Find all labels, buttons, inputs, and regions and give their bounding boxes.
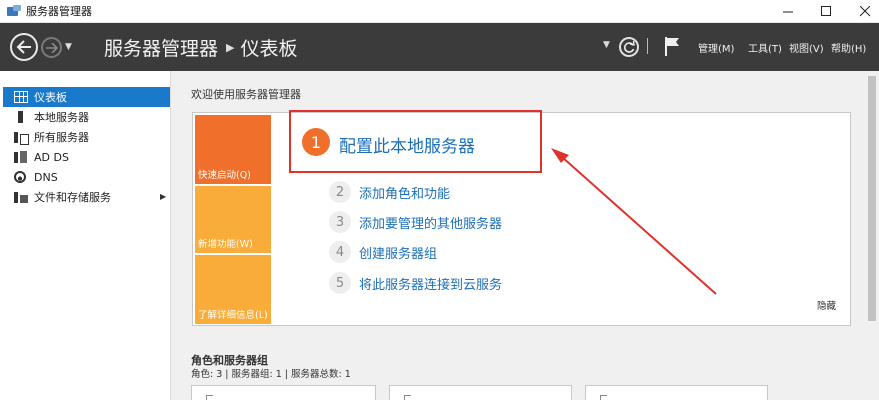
sidebar-item-label: 本地服务器 (34, 111, 89, 124)
window-title: 服务器管理器 (26, 5, 92, 18)
roles-summary: 角色: 3 | 服务器组: 1 | 服务器总数: 1 (191, 369, 351, 380)
role-icon (600, 395, 607, 400)
sidebar-item-label: 所有服务器 (34, 131, 89, 144)
main-content: 欢迎使用服务器管理器 快速启动(Q) 新增功能(W) 了解详细信息(L) 1 配… (171, 71, 864, 400)
close-button[interactable] (842, 0, 879, 23)
header-divider (647, 38, 648, 54)
sidebar-item-local-server[interactable]: 本地服务器 (0, 107, 170, 127)
menu-help[interactable]: 帮助(H) (831, 23, 866, 71)
file-storage-icon (14, 191, 28, 203)
role-card[interactable] (191, 385, 376, 400)
breadcrumb-dropdown-icon[interactable]: ▼ (603, 40, 610, 50)
back-button[interactable] (10, 33, 38, 61)
annotation-arrow (551, 148, 717, 295)
quick-start-panel: 快速启动(Q) 新增功能(W) 了解详细信息(L) 1 配置此本地服务器 2 添… (192, 110, 851, 326)
ad-ds-icon (14, 151, 28, 163)
sidebar-item-dashboard[interactable]: 仪表板 (3, 87, 170, 107)
sidebar-item-label: DNS (34, 170, 58, 184)
title-bar: 服务器管理器 (0, 0, 879, 23)
sidebar-item-label: 仪表板 (34, 91, 67, 104)
role-icon (404, 395, 411, 400)
sidebar-item-all-servers[interactable]: 所有服务器 (0, 127, 170, 147)
vertical-scrollbar[interactable] (864, 71, 879, 400)
sidebar-item-label: AD DS (34, 150, 69, 164)
breadcrumb-root[interactable]: 服务器管理器 (104, 34, 218, 61)
welcome-heading: 欢迎使用服务器管理器 (191, 88, 301, 101)
header-bar: ▼ 服务器管理器 ▶ 仪表板 ▼ 管理(M) 工具(T) 视图(V) 帮助(H) (0, 23, 879, 71)
menu-tools[interactable]: 工具(T) (748, 23, 782, 71)
dashboard-icon (14, 91, 28, 103)
local-server-icon (18, 111, 23, 123)
role-icon (206, 395, 213, 400)
sidebar-item-label: 文件和存储服务 (34, 191, 111, 204)
role-card[interactable] (585, 385, 768, 400)
refresh-icon (623, 41, 635, 53)
role-card[interactable] (389, 385, 572, 400)
breadcrumb: 服务器管理器 ▶ 仪表板 (104, 34, 298, 61)
back-arrow-icon (16, 40, 31, 54)
scrollbar-thumb[interactable] (868, 76, 876, 321)
sidebar-item-file-storage[interactable]: 文件和存储服务 ▶ (0, 187, 170, 207)
menu-view[interactable]: 视图(V) (789, 23, 824, 71)
dns-icon (14, 171, 26, 183)
forward-arrow-icon (45, 42, 58, 53)
menu-manage[interactable]: 管理(M) (698, 23, 734, 71)
close-icon (859, 6, 870, 17)
maximize-icon (820, 6, 831, 16)
breadcrumb-separator-icon: ▶ (226, 41, 235, 54)
refresh-button[interactable] (619, 37, 639, 57)
server-manager-app-icon (7, 5, 21, 17)
sidebar: 仪表板 本地服务器 所有服务器 AD DS DNS 文件和存储服务 ▶ (0, 71, 171, 400)
history-dropdown-icon[interactable]: ▼ (65, 42, 72, 52)
breadcrumb-current: 仪表板 (240, 38, 298, 60)
sidebar-item-dns[interactable]: DNS (0, 167, 170, 187)
all-servers-icon (14, 131, 29, 145)
minimize-icon (782, 11, 793, 13)
sidebar-item-ad-ds[interactable]: AD DS (0, 147, 170, 167)
notifications-flag-icon[interactable] (664, 36, 680, 56)
forward-button[interactable] (41, 37, 62, 58)
expand-arrow-icon[interactable]: ▶ (160, 192, 166, 201)
